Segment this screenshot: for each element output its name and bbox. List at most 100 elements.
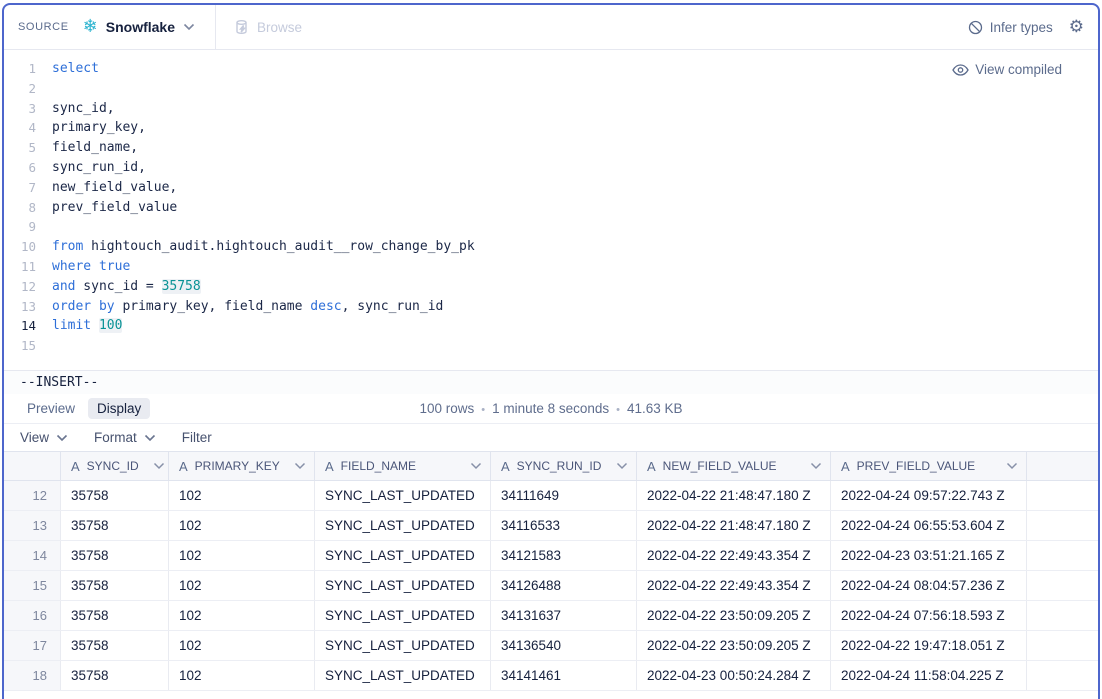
cell-sync_id[interactable]: 35758	[61, 511, 169, 540]
cell-new_field_value[interactable]: 2022-04-22 23:50:09.205 Z	[637, 631, 831, 660]
cell-field_name[interactable]: SYNC_LAST_UPDATED	[315, 661, 491, 690]
source-bar: SOURCE ❄ Snowflake Browse Infer types ⚙︎	[4, 5, 1098, 50]
column-label: SYNC_ID	[87, 459, 139, 473]
cell-primary_key[interactable]: 102	[169, 541, 315, 570]
cell-filler	[1027, 601, 1098, 630]
browse-button[interactable]: Browse	[234, 19, 302, 35]
status-separator: •	[616, 404, 620, 416]
toolbar-label: View	[20, 430, 49, 445]
cell-sync_id[interactable]: 35758	[61, 601, 169, 630]
cell-primary_key[interactable]: 102	[169, 661, 315, 690]
cell-new_field_value[interactable]: 2022-04-23 00:50:24.284 Z	[637, 661, 831, 690]
line-number: 13	[4, 297, 36, 317]
cell-sync_run_id[interactable]: 34116533	[491, 511, 637, 540]
cell-sync_run_id[interactable]: 34126488	[491, 571, 637, 600]
cell-prev_field_value[interactable]: 2022-04-24 11:58:04.225 Z	[831, 661, 1027, 690]
cell-prev_field_value[interactable]: 2022-04-24 08:04:57.236 Z	[831, 571, 1027, 600]
cell-new_field_value[interactable]: 2022-04-22 23:50:09.205 Z	[637, 601, 831, 630]
token-id	[91, 318, 99, 333]
cell-new_field_value[interactable]: 2022-04-22 21:48:47.180 Z	[637, 511, 831, 540]
cell-field_name[interactable]: SYNC_LAST_UPDATED	[315, 601, 491, 630]
row-number: 15	[4, 571, 61, 600]
cell-primary_key[interactable]: 102	[169, 481, 315, 510]
code-text: from hightouch_audit.hightouch_audit__ro…	[36, 237, 475, 257]
sql-editor[interactable]: 1select23sync_id,4primary_key,5field_nam…	[4, 50, 1098, 370]
divider	[215, 5, 216, 49]
cell-prev_field_value[interactable]: 2022-04-22 19:47:18.051 Z	[831, 631, 1027, 660]
column-header-sync_id[interactable]: ASYNC_ID	[61, 452, 169, 480]
view-compiled-button[interactable]: View compiled	[952, 62, 1062, 77]
tab-preview[interactable]: Preview	[18, 398, 84, 419]
tab-display[interactable]: Display	[88, 398, 150, 419]
row-number: 13	[4, 511, 61, 540]
column-label: PREV_FIELD_VALUE	[857, 459, 976, 473]
cell-field_name[interactable]: SYNC_LAST_UPDATED	[315, 511, 491, 540]
cell-filler	[1027, 631, 1098, 660]
results-grid: ASYNC_IDAPRIMARY_KEYAFIELD_NAMEASYNC_RUN…	[4, 451, 1098, 699]
cell-prev_field_value[interactable]: 2022-04-24 07:56:18.593 Z	[831, 601, 1027, 630]
cell-primary_key[interactable]: 102	[169, 511, 315, 540]
cell-new_field_value[interactable]: 2022-04-22 21:48:47.180 Z	[637, 481, 831, 510]
cell-field_name[interactable]: SYNC_LAST_UPDATED	[315, 631, 491, 660]
toolbar-format-button[interactable]: Format	[94, 430, 156, 445]
cell-prev_field_value[interactable]: 2022-04-23 03:51:21.165 Z	[831, 541, 1027, 570]
token-id: prev_field_value	[52, 200, 177, 215]
token-id: primary_key,	[52, 120, 146, 135]
column-menu-chevron-icon[interactable]	[470, 462, 482, 470]
code-line: 7new_field_value,	[4, 178, 1098, 198]
code-text: primary_key,	[36, 118, 146, 138]
text-type-icon: A	[841, 459, 850, 474]
cell-sync_id[interactable]: 35758	[61, 571, 169, 600]
column-header-primary_key[interactable]: APRIMARY_KEY	[169, 452, 315, 480]
column-header-field_name[interactable]: AFIELD_NAME	[315, 452, 491, 480]
cell-new_field_value[interactable]: 2022-04-22 22:49:43.354 Z	[637, 541, 831, 570]
database-bolt-icon	[234, 19, 250, 35]
infer-types-button[interactable]: Infer types	[968, 20, 1053, 35]
row-number: 12	[4, 481, 61, 510]
text-type-icon: A	[325, 459, 334, 474]
column-header-new_field_value[interactable]: ANEW_FIELD_VALUE	[637, 452, 831, 480]
cell-primary_key[interactable]: 102	[169, 631, 315, 660]
browse-label: Browse	[257, 20, 302, 35]
cell-field_name[interactable]: SYNC_LAST_UPDATED	[315, 481, 491, 510]
line-number: 15	[4, 336, 36, 356]
cell-primary_key[interactable]: 102	[169, 571, 315, 600]
cell-sync_run_id[interactable]: 34121583	[491, 541, 637, 570]
row-number: 18	[4, 661, 61, 690]
column-header-sync_run_id[interactable]: ASYNC_RUN_ID	[491, 452, 637, 480]
table-row: 1335758102SYNC_LAST_UPDATED341165332022-…	[4, 511, 1098, 541]
cell-sync_id[interactable]: 35758	[61, 631, 169, 660]
code-text: field_name,	[36, 138, 138, 158]
cell-sync_run_id[interactable]: 34136540	[491, 631, 637, 660]
cell-prev_field_value[interactable]: 2022-04-24 09:57:22.743 Z	[831, 481, 1027, 510]
cell-sync_run_id[interactable]: 34111649	[491, 481, 637, 510]
column-menu-chevron-icon[interactable]	[616, 462, 628, 470]
line-number: 11	[4, 257, 36, 277]
cell-sync_run_id[interactable]: 34131637	[491, 601, 637, 630]
cell-filler	[1027, 571, 1098, 600]
column-menu-chevron-icon[interactable]	[810, 462, 822, 470]
chevron-down-icon	[144, 434, 156, 442]
line-number: 10	[4, 237, 36, 257]
toolbar-view-button[interactable]: View	[20, 430, 68, 445]
source-picker-dropdown[interactable]: ❄ Snowflake	[83, 18, 195, 36]
infer-types-label: Infer types	[990, 20, 1053, 35]
cell-field_name[interactable]: SYNC_LAST_UPDATED	[315, 571, 491, 600]
column-menu-chevron-icon[interactable]	[294, 462, 306, 470]
cell-new_field_value[interactable]: 2022-04-22 22:49:43.354 Z	[637, 571, 831, 600]
cell-sync_id[interactable]: 35758	[61, 661, 169, 690]
cell-sync_run_id[interactable]: 34141461	[491, 661, 637, 690]
query-editor-panel: SOURCE ❄ Snowflake Browse Infer types ⚙︎	[2, 3, 1100, 699]
cell-prev_field_value[interactable]: 2022-04-24 06:55:53.604 Z	[831, 511, 1027, 540]
toolbar-filter-button[interactable]: Filter	[182, 430, 212, 445]
cell-sync_id[interactable]: 35758	[61, 481, 169, 510]
cell-primary_key[interactable]: 102	[169, 601, 315, 630]
column-header-prev_field_value[interactable]: A PREV_FIELD_VALUE	[831, 452, 1027, 480]
tabs: PreviewDisplay	[18, 400, 154, 418]
column-menu-chevron-icon[interactable]	[153, 462, 165, 470]
cell-sync_id[interactable]: 35758	[61, 541, 169, 570]
token-num: 100	[99, 318, 122, 333]
gear-icon[interactable]: ⚙︎	[1069, 19, 1084, 36]
cell-field_name[interactable]: SYNC_LAST_UPDATED	[315, 541, 491, 570]
column-menu-chevron-icon[interactable]	[1006, 462, 1018, 470]
